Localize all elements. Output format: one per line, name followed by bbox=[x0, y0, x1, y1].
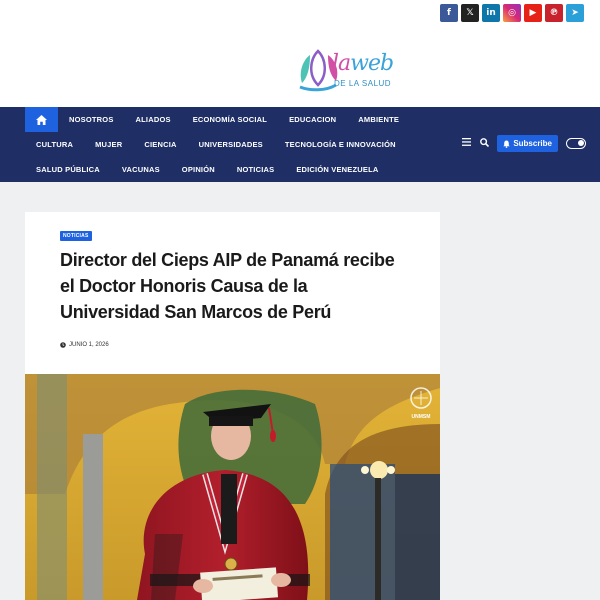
youtube-icon[interactable]: ▶ bbox=[524, 4, 542, 22]
nav-item-economia-social[interactable]: ECONOMÍA SOCIAL bbox=[182, 107, 278, 132]
pinterest-icon[interactable]: ℗ bbox=[545, 4, 563, 22]
logo-wordmark: laweb bbox=[332, 51, 394, 76]
home-icon bbox=[36, 114, 47, 125]
nav-item-nosotros[interactable]: NOSOTROS bbox=[58, 107, 125, 132]
nav-item-opinion[interactable]: OPINIÓN bbox=[171, 157, 226, 182]
dark-mode-toggle[interactable] bbox=[566, 138, 586, 149]
nav-item-noticias[interactable]: NOTICIAS bbox=[226, 157, 285, 182]
date-text: JUNIO 1, 2026 bbox=[69, 342, 109, 348]
search-icon[interactable] bbox=[479, 137, 489, 150]
category-badge[interactable]: NOTICIAS bbox=[60, 231, 92, 241]
main-navigation: NOSOTROS ALIADOS ECONOMÍA SOCIAL EDUCACI… bbox=[0, 107, 600, 182]
subscribe-button[interactable]: Subscribe bbox=[497, 135, 558, 152]
nav-tools: Subscribe bbox=[461, 135, 586, 152]
home-button[interactable] bbox=[25, 107, 58, 132]
nav-item-aliados[interactable]: ALIADOS bbox=[125, 107, 182, 132]
telegram-icon[interactable]: ➤ bbox=[566, 4, 584, 22]
nav-item-universidades[interactable]: UNIVERSIDADES bbox=[188, 132, 274, 157]
social-links: f 𝕏 in ◎ ▶ ℗ ➤ bbox=[440, 4, 584, 22]
logo-subtitle: DE LA SALUD bbox=[334, 79, 392, 88]
site-header: f 𝕏 in ◎ ▶ ℗ ➤ laweb DE LA SALUD bbox=[0, 0, 600, 107]
nav-item-tecnologia[interactable]: TECNOLOGÍA E INNOVACIÓN bbox=[274, 132, 407, 157]
article-title: Director del Cieps AIP de Panamá recibe … bbox=[60, 250, 395, 322]
linkedin-icon[interactable]: in bbox=[482, 4, 500, 22]
nav-item-cultura[interactable]: CULTURA bbox=[25, 132, 84, 157]
bell-icon bbox=[503, 140, 511, 148]
nav-item-ciencia[interactable]: CIENCIA bbox=[133, 132, 187, 157]
menu-icon[interactable] bbox=[461, 138, 471, 149]
subscribe-label: Subscribe bbox=[513, 139, 552, 148]
facebook-icon[interactable]: f bbox=[440, 4, 458, 22]
nav-item-ambiente[interactable]: AMBIENTE bbox=[347, 107, 410, 132]
site-logo[interactable]: laweb DE LA SALUD bbox=[296, 45, 400, 93]
instagram-icon[interactable]: ◎ bbox=[503, 4, 521, 22]
nav-item-vacunas[interactable]: VACUNAS bbox=[111, 157, 171, 182]
article-header: NOTICIAS Director del Cieps AIP de Panam… bbox=[25, 212, 440, 374]
nav-item-educacion[interactable]: EDUCACION bbox=[278, 107, 347, 132]
clock-icon bbox=[60, 342, 66, 348]
featured-image: UNMSM bbox=[25, 374, 440, 600]
unmsm-watermark: UNMSM bbox=[412, 414, 431, 420]
nav-item-salud-publica[interactable]: SALUD PÚBLICA bbox=[25, 157, 111, 182]
article-date: JUNIO 1, 2026 bbox=[60, 342, 109, 348]
x-icon[interactable]: 𝕏 bbox=[461, 4, 479, 22]
toggle-knob bbox=[578, 140, 584, 146]
nav-item-mujer[interactable]: MUJER bbox=[84, 132, 133, 157]
nav-item-edicion-venezuela[interactable]: EDICIÓN VENEZUELA bbox=[285, 157, 389, 182]
